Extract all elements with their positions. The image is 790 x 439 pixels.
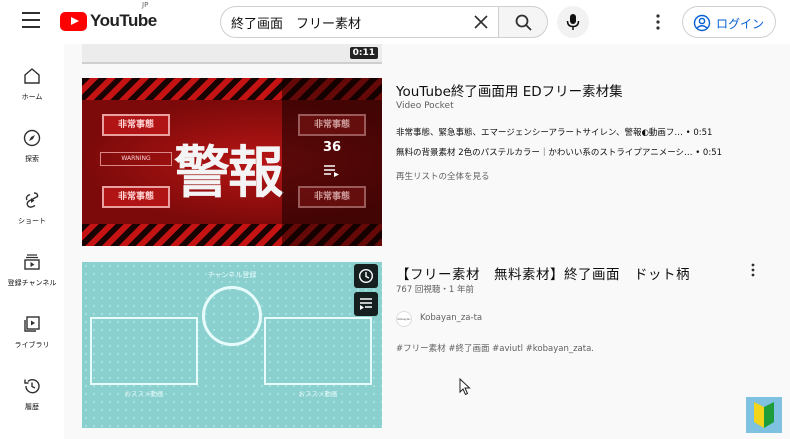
search-icon xyxy=(515,14,532,31)
duration-badge: 0:11 xyxy=(349,47,378,59)
sidebar-item-label: 履歴 xyxy=(25,403,39,411)
library-icon xyxy=(24,316,40,332)
search-box xyxy=(220,6,498,38)
playlist-icon xyxy=(324,165,339,177)
login-button[interactable]: ログイン xyxy=(682,6,776,38)
youtube-logo-icon xyxy=(60,11,87,31)
sidebar-item-history[interactable]: 履歴 xyxy=(0,370,64,428)
playlist-overlay: 非常事態 36 非常事態 xyxy=(282,78,382,246)
add-to-queue-button[interactable] xyxy=(354,292,378,316)
compass-icon xyxy=(23,129,41,147)
more-vert-icon[interactable] xyxy=(745,262,761,278)
clear-icon[interactable] xyxy=(473,14,489,30)
thumbnail-label: おススメ動画 xyxy=(298,390,338,398)
account-icon xyxy=(693,14,711,32)
sidebar-item-label: ライブラリ xyxy=(14,341,50,349)
channel-name[interactable]: Kobayan_za-ta xyxy=(420,313,482,323)
mouse-cursor-icon xyxy=(459,378,471,396)
voice-search-button[interactable] xyxy=(557,6,589,38)
search-button[interactable] xyxy=(498,6,548,38)
thumbnail-badge: 非常事態 xyxy=(298,186,366,208)
view-full-playlist-link[interactable]: 再生リストの全体を見る xyxy=(396,170,490,182)
thumbnail-title-text: 警報 xyxy=(174,140,284,206)
sidebar-item-home[interactable]: ホーム xyxy=(0,60,64,118)
clock-icon xyxy=(358,268,374,284)
thumbnail-label: おススメ動画 xyxy=(124,390,164,398)
sidebar-item-label: ショート xyxy=(18,217,46,225)
youtube-logo[interactable]: YouTube xyxy=(60,10,157,32)
video-title[interactable]: 【フリー素材 無料素材】終了画面 ドット柄 xyxy=(396,263,690,283)
microphone-icon xyxy=(566,14,580,30)
shorts-icon xyxy=(25,192,39,208)
thumbnail-badge: 非常事態 xyxy=(102,186,170,208)
thumbnail-box xyxy=(90,317,198,385)
masthead: YouTube JP ログイン xyxy=(0,0,790,44)
beginner-mark-icon xyxy=(746,397,782,433)
sidebar-item-label: 登録チャンネル xyxy=(7,279,57,287)
home-icon xyxy=(24,68,40,84)
subscriptions-icon xyxy=(24,254,40,270)
thumbnail-circle xyxy=(202,286,262,346)
previous-video-thumbnail[interactable]: 0:11 xyxy=(82,44,382,64)
channel-avatar[interactable]: Kobayan xyxy=(396,311,412,327)
thumbnail-subscribe-text: チャンネル登録 xyxy=(207,271,257,279)
thumbnail-box xyxy=(264,317,372,385)
video-description-snippet: #フリー素材 #終了画面 #aviutl #kobayan_zata. xyxy=(396,344,594,354)
login-label: ログイン xyxy=(716,17,765,31)
sidebar-item-subscriptions[interactable]: 登録チャンネル xyxy=(0,246,64,304)
sidebar-item-label: 探索 xyxy=(25,155,39,163)
playlist-item[interactable]: 無料の背景素材 2色のパステルカラー｜かわいい系のストライプアニメーシ… • 0… xyxy=(396,146,722,158)
thumbnail-small-label: WARNING xyxy=(100,152,172,166)
logo-text: YouTube xyxy=(90,11,157,30)
add-to-queue-icon xyxy=(360,298,372,310)
playlist-video-count: 36 xyxy=(322,140,342,155)
search-input[interactable] xyxy=(231,12,461,32)
video-meta: 767 回視聴・1 年前 xyxy=(396,285,475,295)
sidebar: ホーム 探索 ショート 登録チャンネル ライブラリ 履歴 xyxy=(0,44,64,439)
sidebar-item-shorts[interactable]: ショート xyxy=(0,184,64,242)
thumbnail-badge: 非常事態 xyxy=(298,114,366,136)
watch-later-button[interactable] xyxy=(354,264,378,288)
sidebar-item-label: ホーム xyxy=(21,93,43,101)
sidebar-item-library[interactable]: ライブラリ xyxy=(0,308,64,366)
playlist-channel[interactable]: Video Pocket xyxy=(396,101,454,111)
menu-icon[interactable] xyxy=(22,12,40,28)
more-vert-icon[interactable] xyxy=(648,12,668,32)
thumbnail-badge: 非常事態 xyxy=(102,114,170,136)
sidebar-item-explore[interactable]: 探索 xyxy=(0,122,64,180)
playlist-thumbnail[interactable]: 非常事態 WARNING 非常事態 警報 非常事態 36 非常事態 xyxy=(82,78,382,246)
video-thumbnail[interactable]: チャンネル登録 おススメ動画 おススメ動画 xyxy=(82,262,382,428)
logo-region: JP xyxy=(142,1,149,9)
history-icon xyxy=(24,379,40,394)
playlist-item[interactable]: 非常事態、緊急事態、エマージェンシーアラートサイレン、警報◐動画フ… • 0:5… xyxy=(396,126,712,138)
playlist-title[interactable]: YouTube終了画面用 EDフリー素材集 xyxy=(396,80,623,100)
